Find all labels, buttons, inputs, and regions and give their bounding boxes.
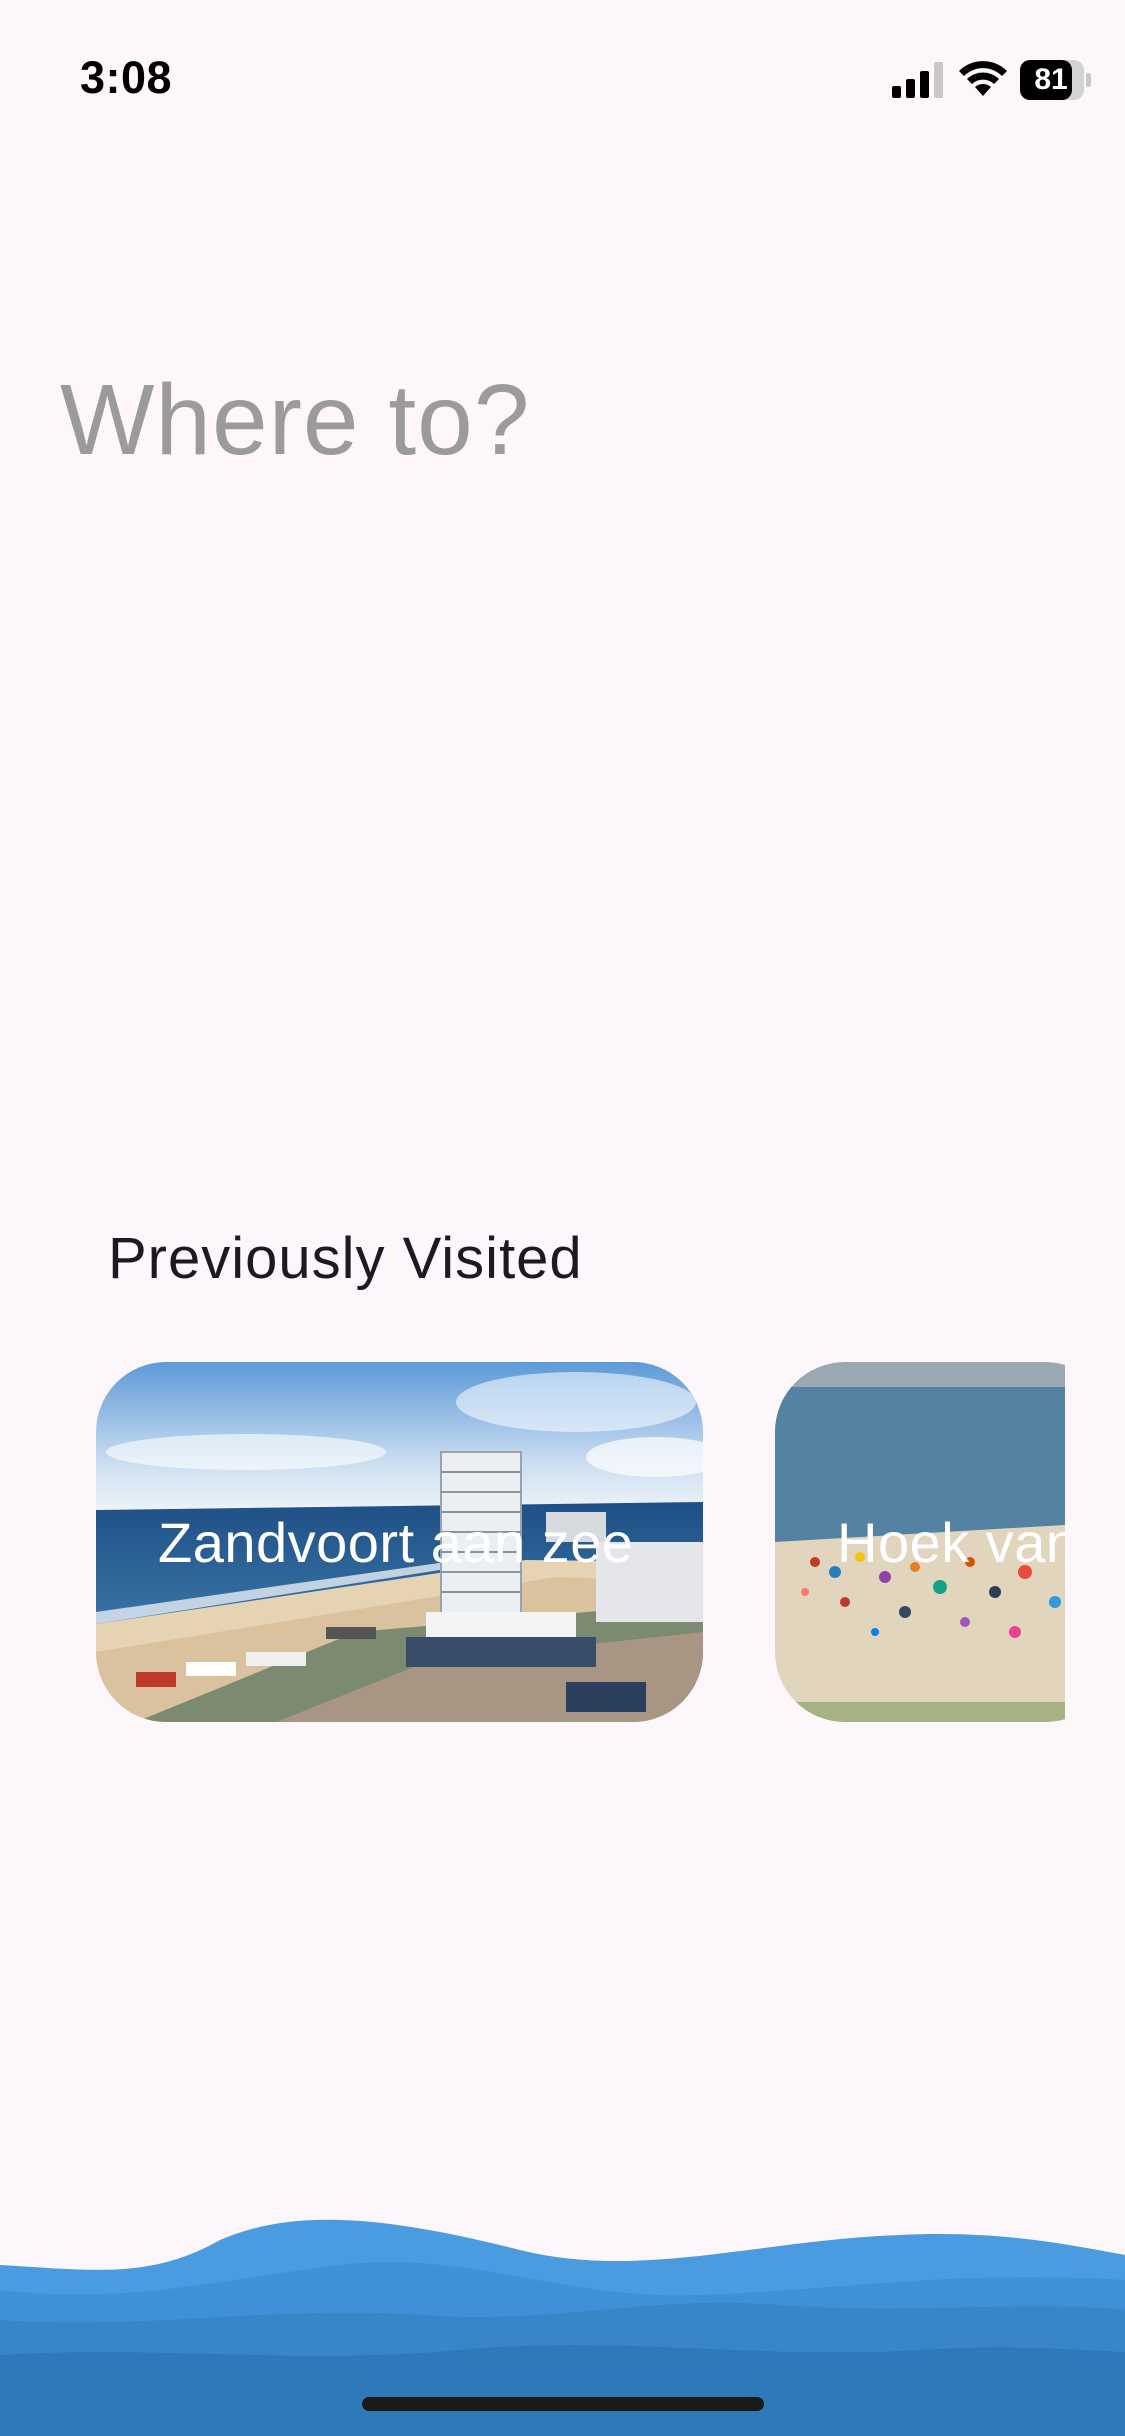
home-indicator[interactable] [362, 2397, 764, 2411]
previously-visited-title: Previously Visited [108, 1226, 583, 1291]
status-time: 3:08 [80, 52, 173, 103]
wifi-icon [959, 61, 1007, 96]
place-card-label: Hoek van Holland [837, 1511, 1065, 1574]
battery-level: 81 [1034, 63, 1068, 96]
search-input[interactable] [60, 360, 1060, 480]
place-card-zandvoort[interactable]: Zandvoort aan zee [96, 1362, 703, 1722]
place-card-hoek-van-holland[interactable]: Hoek van Holland [775, 1362, 1065, 1722]
place-card-label: Zandvoort aan zee [158, 1511, 634, 1574]
previously-visited-carousel[interactable]: Zandvoort aan zee Hoek van [0, 1362, 1065, 1722]
signal-icon [892, 62, 943, 98]
status-bar: 3:08 81 [0, 0, 1125, 150]
app-screen: 3:08 81 Previously Visited [0, 0, 1125, 2436]
